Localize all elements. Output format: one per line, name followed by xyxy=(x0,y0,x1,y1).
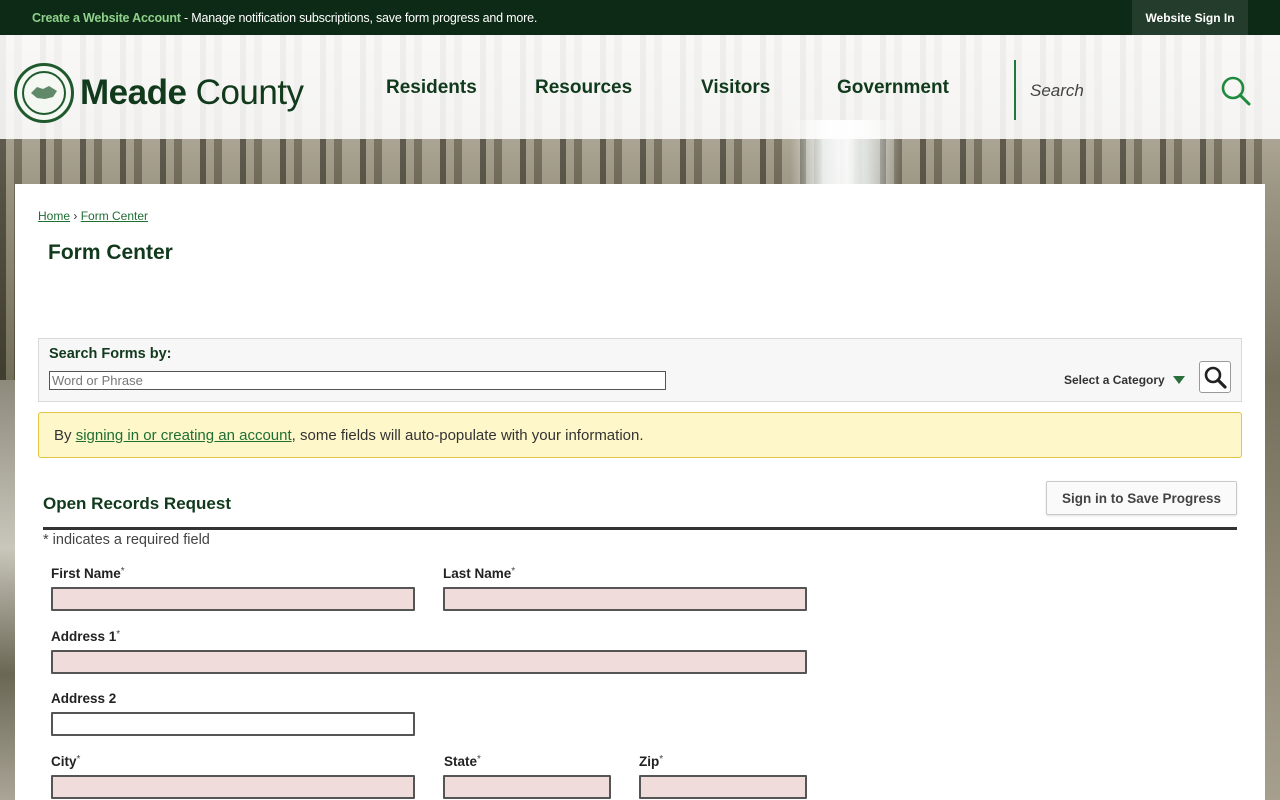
breadcrumb-separator: › xyxy=(70,209,81,223)
last-name-label-text: Last Name xyxy=(443,566,512,581)
search-forms-input[interactable] xyxy=(49,371,666,390)
zip-input[interactable] xyxy=(639,775,807,799)
required-star: * xyxy=(116,629,121,640)
required-star: * xyxy=(659,754,664,765)
stream-decoration xyxy=(0,380,15,800)
zip-label-text: Zip xyxy=(639,754,660,769)
logo-word-county: County xyxy=(186,73,304,112)
site-header: Meade County Residents Resources Visitor… xyxy=(0,35,1280,139)
last-name-label: Last Name* xyxy=(443,566,515,581)
address2-label: Address 2 xyxy=(51,691,116,706)
search-forms-box: Search Forms by: Select a Category xyxy=(38,338,1242,402)
breadcrumb-form-center-link[interactable]: Form Center xyxy=(81,209,148,223)
county-name-logo[interactable]: Meade County xyxy=(80,73,304,113)
site-search-input[interactable] xyxy=(1030,79,1200,103)
website-sign-in-button[interactable]: Website Sign In xyxy=(1132,0,1248,35)
breadcrumb: Home › Form Center xyxy=(38,209,148,223)
nav-residents[interactable]: Residents xyxy=(386,77,477,99)
logo-word-meade: Meade xyxy=(80,73,187,112)
address1-input[interactable] xyxy=(51,650,807,674)
required-star: * xyxy=(120,566,125,577)
autopopulate-notice: By signing in or creating an account, so… xyxy=(38,412,1242,458)
nav-visitors[interactable]: Visitors xyxy=(701,77,770,99)
state-input[interactable] xyxy=(443,775,611,799)
notification-text: Create a Website Account - Manage notifi… xyxy=(32,11,537,25)
address1-label: Address 1* xyxy=(51,629,120,644)
search-icon[interactable] xyxy=(1219,75,1251,107)
city-label-text: City xyxy=(51,754,77,769)
required-star: * xyxy=(477,754,481,765)
county-seal-logo[interactable] xyxy=(14,63,74,123)
required-field-note: * indicates a required field xyxy=(43,532,210,548)
chevron-down-icon xyxy=(1172,376,1185,384)
zip-label: Zip* xyxy=(639,754,663,769)
form-title: Open Records Request xyxy=(43,494,231,513)
city-label: City* xyxy=(51,754,80,769)
first-name-label-text: First Name xyxy=(51,566,121,581)
notification-bar: Create a Website Account - Manage notifi… xyxy=(0,0,1280,35)
notice-suffix: , some fields will auto-populate with yo… xyxy=(291,426,644,444)
address1-label-text: Address 1 xyxy=(51,629,117,644)
main-content: Home › Form Center Form Center Search Fo… xyxy=(15,184,1265,800)
address2-input[interactable] xyxy=(51,712,415,736)
state-label: State* xyxy=(444,754,481,769)
create-account-link[interactable]: Create a Website Account xyxy=(32,11,181,25)
search-forms-label: Search Forms by: xyxy=(49,346,172,362)
required-star: * xyxy=(511,566,516,577)
city-input[interactable] xyxy=(51,775,415,799)
category-select-label: Select a Category xyxy=(1064,373,1165,387)
first-name-label: First Name* xyxy=(51,566,125,581)
breadcrumb-home-link[interactable]: Home xyxy=(38,209,70,223)
required-star: * xyxy=(76,754,81,765)
seal-inner xyxy=(22,71,66,115)
first-name-input[interactable] xyxy=(51,587,415,611)
magnifier-icon xyxy=(1204,366,1227,389)
category-select[interactable]: Select a Category xyxy=(1054,369,1194,391)
search-divider xyxy=(1014,60,1016,120)
sign-in-create-account-link[interactable]: signing in or creating an account xyxy=(76,427,292,444)
page-title: Form Center xyxy=(48,241,173,264)
save-progress-button[interactable]: Sign in to Save Progress xyxy=(1046,481,1237,515)
notification-message: - Manage notification subscriptions, sav… xyxy=(180,10,538,25)
nav-resources[interactable]: Resources xyxy=(535,77,632,99)
last-name-input[interactable] xyxy=(443,587,807,611)
search-forms-button[interactable] xyxy=(1199,361,1231,393)
address2-label-text: Address 2 xyxy=(51,691,117,706)
form-divider xyxy=(43,527,1237,530)
state-label-text: State xyxy=(444,754,478,769)
nav-government[interactable]: Government xyxy=(837,77,949,99)
notice-prefix: By xyxy=(54,426,72,444)
seal-map-icon xyxy=(31,86,57,99)
